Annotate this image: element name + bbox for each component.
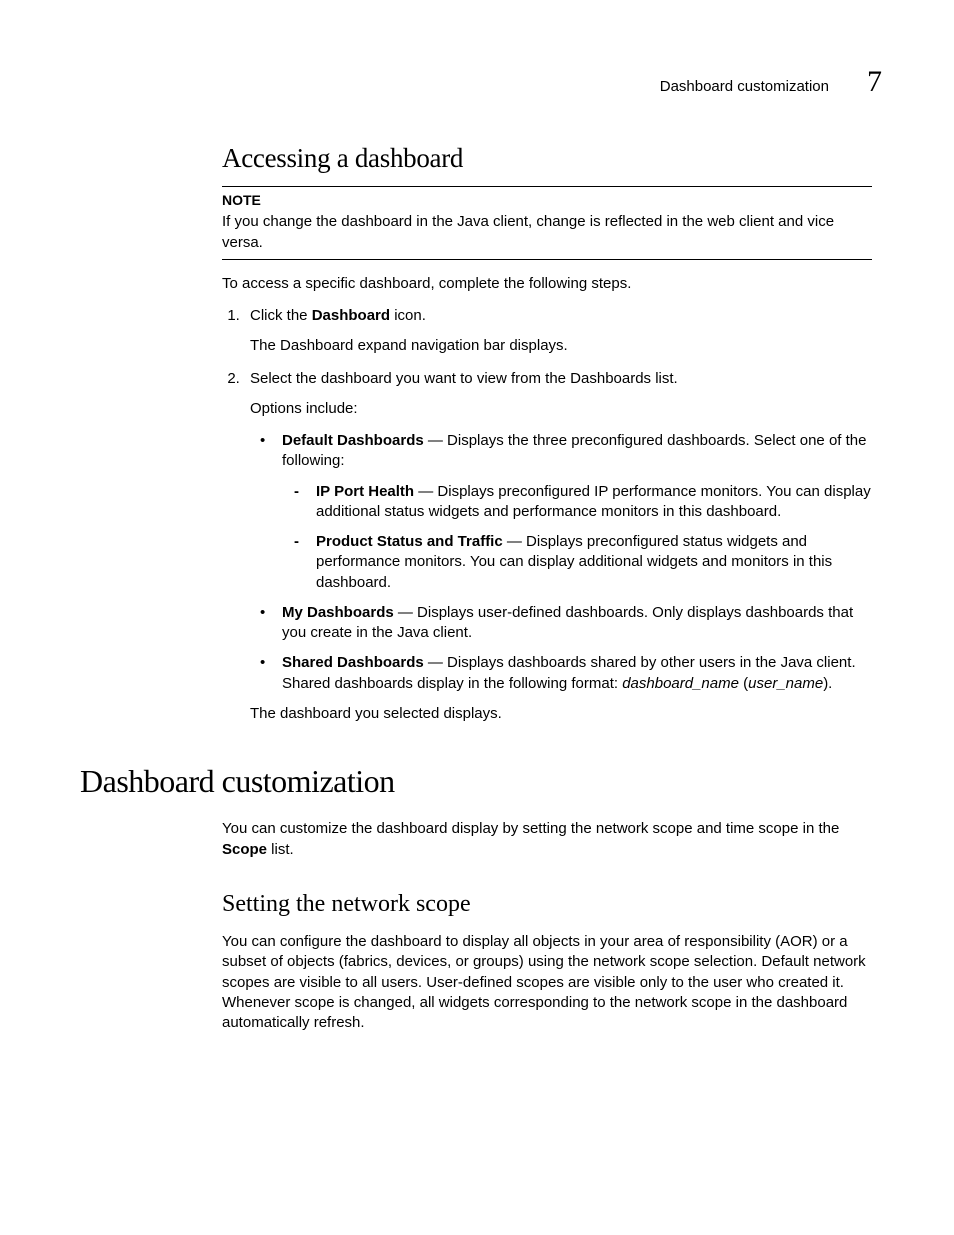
option-shared-label: Shared Dashboards [282,654,424,671]
custom-para-post: list. [267,841,294,858]
running-title: Dashboard customization [660,77,829,97]
custom-para-bold: Scope [222,841,267,858]
option-default-label: Default Dashboards [282,432,424,449]
section-heading-customization: Dashboard customization [80,760,872,803]
steps-list: Click the Dashboard icon. The Dashboard … [222,306,872,724]
subsection-heading-network-scope: Setting the network scope [222,888,872,920]
content-column: Accessing a dashboard NOTE If you change… [222,140,872,1033]
option-shared-end: ). [823,675,832,692]
customization-paragraph: You can customize the dashboard display … [222,819,872,860]
step-1: Click the Dashboard icon. The Dashboard … [244,306,872,357]
option-my-label: My Dashboards [282,604,394,621]
step1-text-post: icon. [390,307,426,324]
suboption-product-status: Product Status and Traffic — Displays pr… [312,532,872,593]
note-text: If you change the dashboard in the Java … [222,213,834,250]
step1-result: The Dashboard expand navigation bar disp… [250,336,872,356]
intro-paragraph: To access a specific dashboard, complete… [222,274,872,294]
step1-bold: Dashboard [312,307,390,324]
step2-result: The dashboard you selected displays. [250,704,872,724]
option-default-dashboards: Default Dashboards — Displays the three … [278,431,872,593]
step2-text: Select the dashboard you want to view fr… [250,370,678,387]
option-shared-mid: ( [739,675,748,692]
suboption-prod-label: Product Status and Traffic [316,533,503,550]
running-header: Dashboard customization 7 [660,62,882,103]
suboption-ip-port-health: IP Port Health — Displays preconfigured … [312,482,872,523]
custom-para-pre: You can customize the dashboard display … [222,820,839,837]
option-my-dashboards: My Dashboards — Displays user-defined da… [278,603,872,644]
section-heading-accessing: Accessing a dashboard [222,140,872,176]
options-list: Default Dashboards — Displays the three … [250,431,872,694]
step-2: Select the dashboard you want to view fr… [244,369,872,725]
option-shared-dashboards: Shared Dashboards — Displays dashboards … [278,653,872,694]
step2-options-label: Options include: [250,399,872,419]
network-scope-paragraph: You can configure the dashboard to displ… [222,932,872,1033]
chapter-number: 7 [867,62,882,103]
default-sublist: IP Port Health — Displays preconfigured … [282,482,872,593]
note-block: NOTE If you change the dashboard in the … [222,186,872,259]
note-label: NOTE [222,191,872,210]
option-shared-italic2: user_name [748,675,823,692]
step1-text-pre: Click the [250,307,312,324]
suboption-ip-label: IP Port Health [316,483,414,500]
option-shared-italic1: dashboard_name [622,675,739,692]
page: Dashboard customization 7 Accessing a da… [0,0,954,1235]
